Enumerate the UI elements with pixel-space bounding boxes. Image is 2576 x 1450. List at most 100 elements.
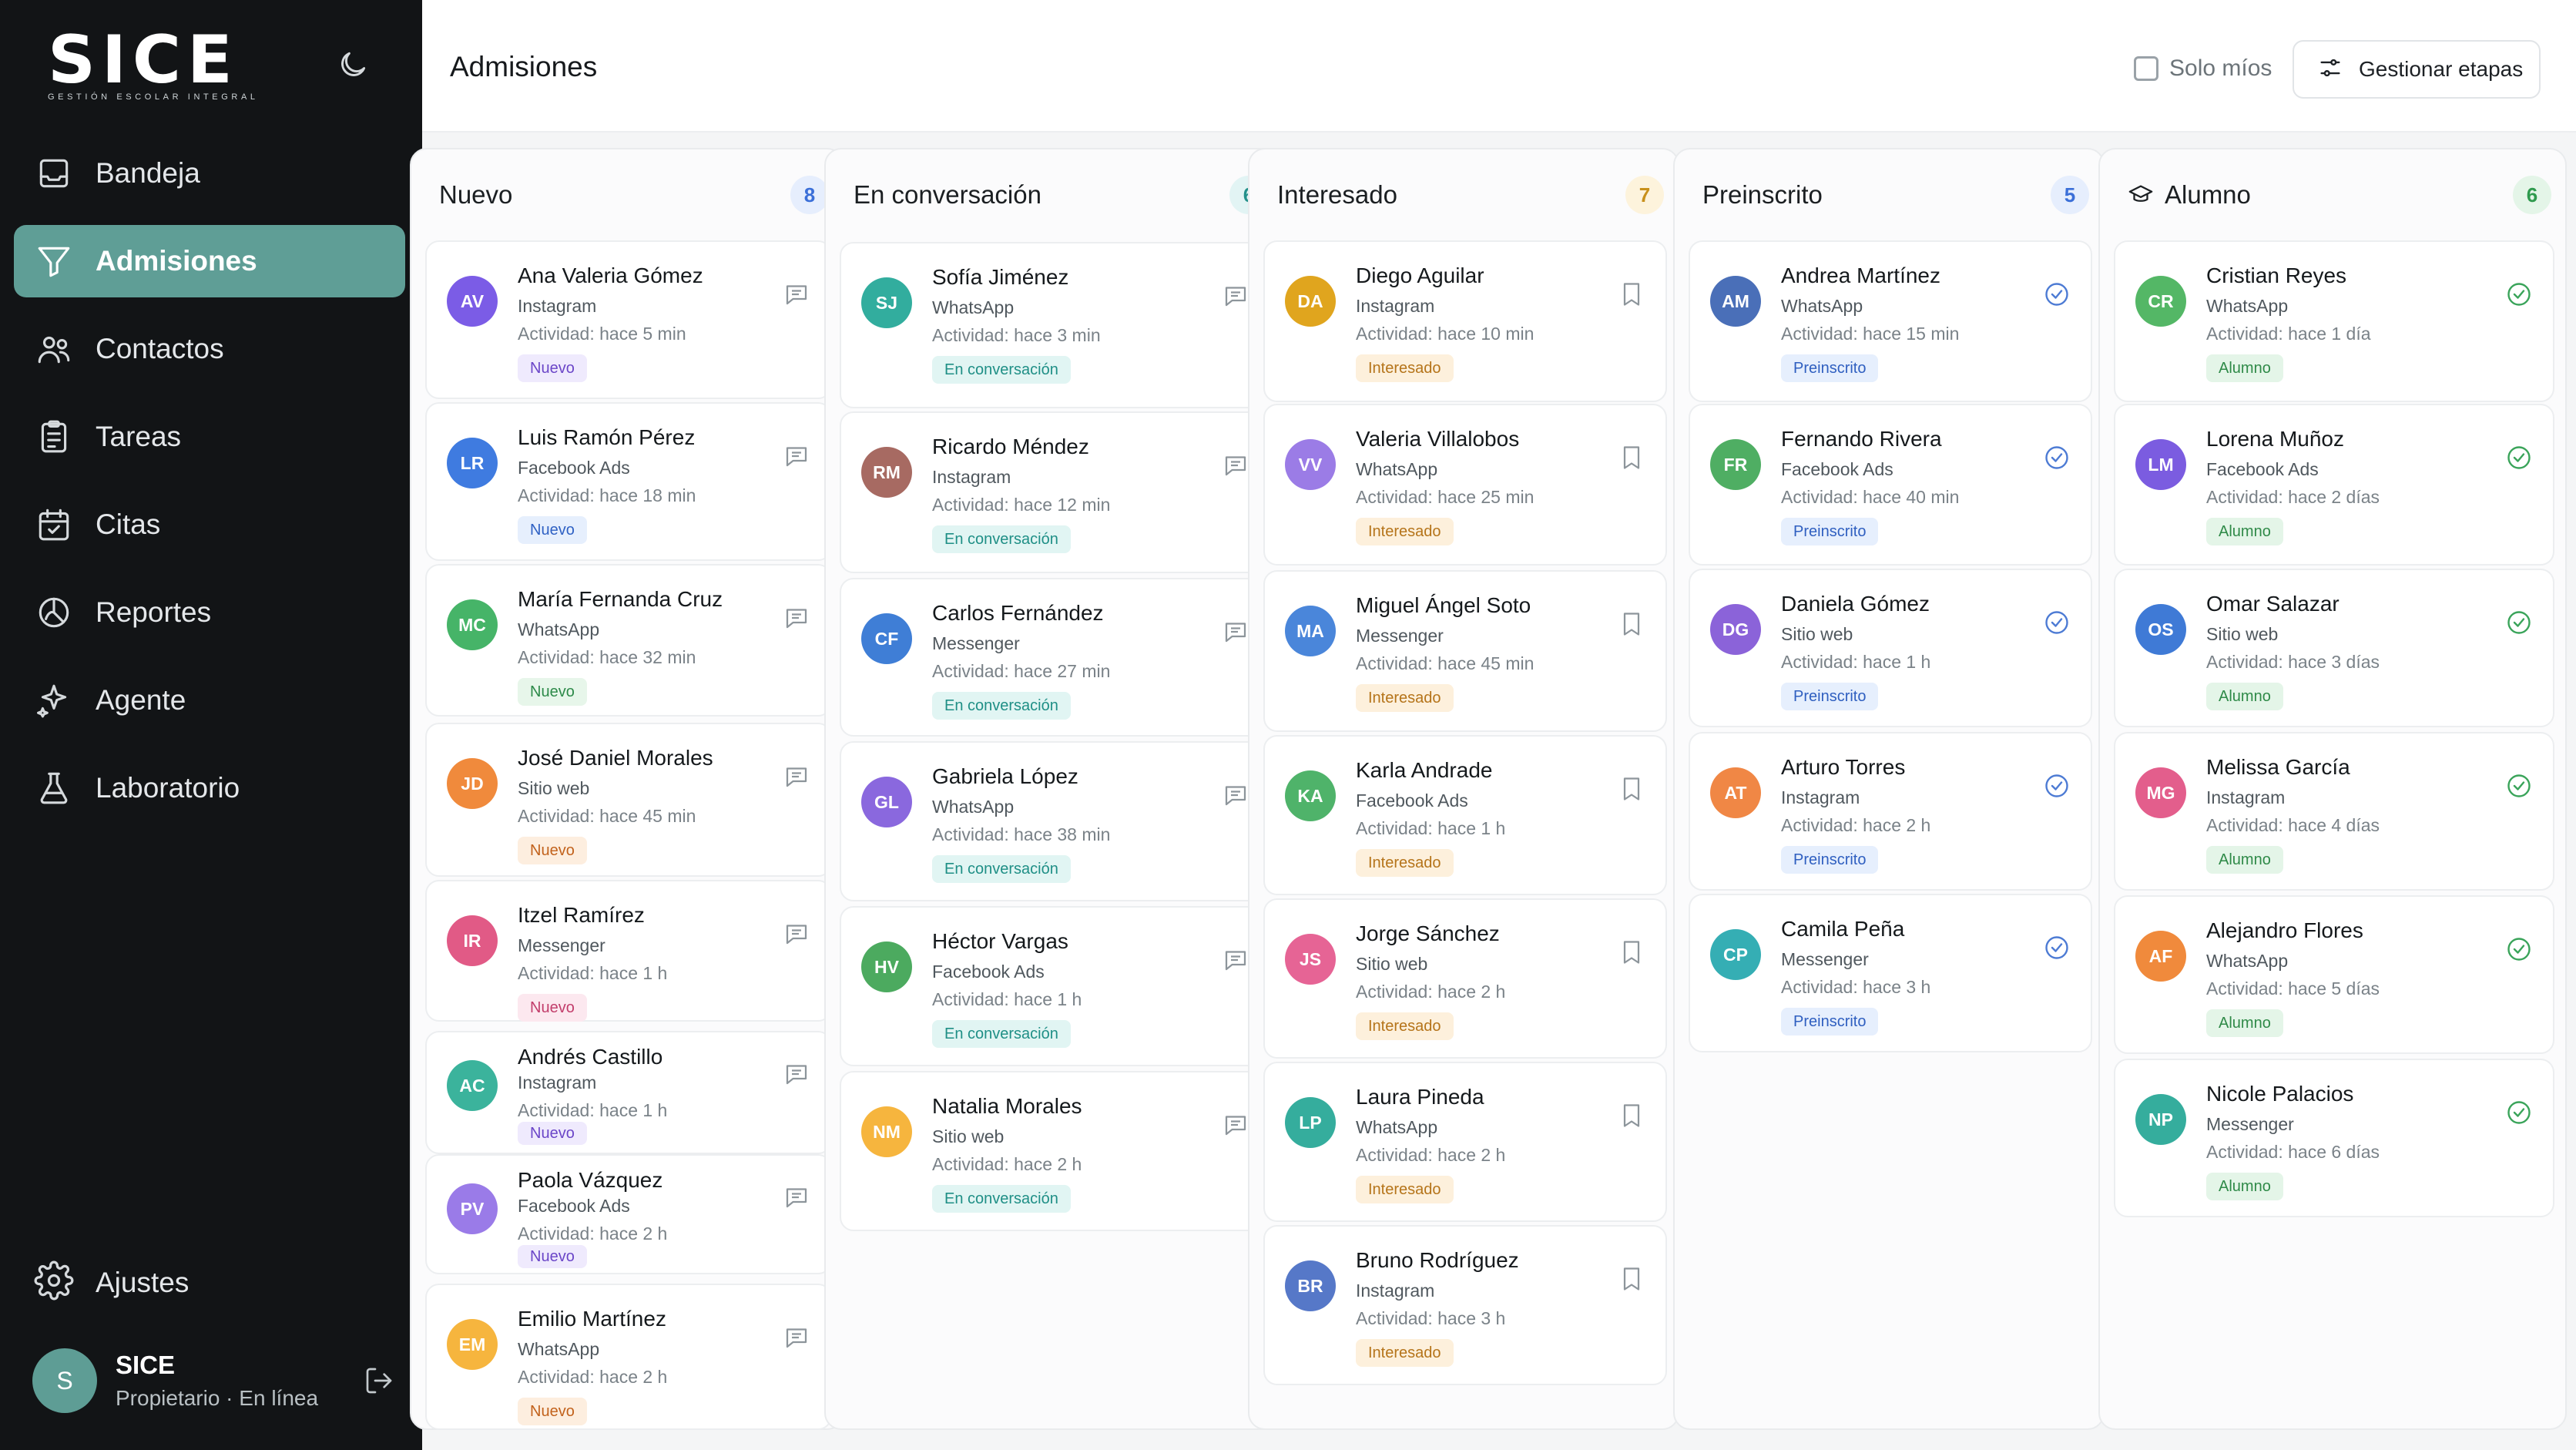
lead-name[interactable]: Gabriela López	[932, 764, 1078, 789]
lead-name[interactable]: Carlos Fernández	[932, 601, 1104, 626]
lead-card[interactable]: CF Carlos Fernández Messenger Actividad: ha…	[840, 578, 1271, 737]
lead-name[interactable]: Lorena Muñoz	[2206, 427, 2344, 451]
check-circle-icon[interactable]	[2505, 609, 2533, 636]
lead-card[interactable]: FR Fernando Rivera Facebook Ads Actividad: …	[1689, 404, 2092, 566]
lead-card[interactable]: SJ Sofía Jiménez WhatsApp Actividad: hace 3…	[840, 242, 1271, 408]
message-icon[interactable]	[783, 1060, 810, 1088]
bookmark-icon[interactable]	[1618, 938, 1645, 966]
check-circle-icon[interactable]	[2043, 934, 2071, 962]
lead-name[interactable]: Andrea Martínez	[1781, 263, 1940, 288]
avatar[interactable]: S	[32, 1348, 97, 1413]
lead-name[interactable]: Natalia Morales	[932, 1094, 1082, 1119]
lead-card[interactable]: OS Omar Salazar Sitio web Actividad: hace 3…	[2114, 569, 2554, 727]
lead-card[interactable]: RM Ricardo Méndez Instagram Actividad: hace…	[840, 411, 1271, 573]
lead-card[interactable]: MG Melissa García Instagram Actividad: hace…	[2114, 732, 2554, 891]
lead-card[interactable]: AT Arturo Torres Instagram Actividad: hace …	[1689, 732, 2092, 891]
lead-name[interactable]: Arturo Torres	[1781, 755, 1905, 780]
lead-name[interactable]: Jorge Sánchez	[1356, 921, 1500, 946]
lead-name[interactable]: María Fernanda Cruz	[518, 587, 723, 612]
check-circle-icon[interactable]	[2043, 444, 2071, 472]
message-icon[interactable]	[783, 1183, 810, 1211]
sidebar-item-tareas[interactable]: Tareas	[14, 401, 405, 473]
lead-card[interactable]: JD José Daniel Morales Sitio web Actividad:…	[425, 723, 832, 877]
lead-card[interactable]: AV Ana Valeria Gómez Instagram Actividad: h…	[425, 240, 832, 399]
sidebar-item-contactos[interactable]: Contactos	[14, 313, 405, 385]
lead-card[interactable]: MA Miguel Ángel Soto Messenger Actividad: h…	[1263, 570, 1667, 732]
lead-name[interactable]: Emilio Martínez	[518, 1307, 666, 1331]
lead-name[interactable]: Ana Valeria Gómez	[518, 263, 703, 288]
sidebar-item-citas[interactable]: Citas	[14, 488, 405, 561]
check-circle-icon[interactable]	[2505, 1099, 2533, 1126]
app-logo[interactable]: SICE GESTIÓN ESCOLAR INTEGRAL	[48, 27, 263, 102]
lead-name[interactable]: Sofía Jiménez	[932, 265, 1068, 290]
sidebar-item-agente[interactable]: Agente	[14, 664, 405, 737]
lead-card[interactable]: CR Cristian Reyes WhatsApp Actividad: hace …	[2114, 240, 2554, 402]
check-circle-icon[interactable]	[2505, 444, 2533, 472]
message-icon[interactable]	[783, 1324, 810, 1351]
message-icon[interactable]	[1222, 618, 1249, 646]
lead-card[interactable]: AF Alejandro Flores WhatsApp Actividad: hac…	[2114, 895, 2554, 1054]
lead-card[interactable]: PV Paola Vázquez Facebook Ads Actividad: ha…	[425, 1154, 832, 1274]
lead-name[interactable]: Bruno Rodríguez	[1356, 1248, 1519, 1273]
lead-name[interactable]: José Daniel Morales	[518, 746, 713, 770]
lead-name[interactable]: Alejandro Flores	[2206, 918, 2363, 943]
message-icon[interactable]	[783, 442, 810, 470]
check-circle-icon[interactable]	[2043, 772, 2071, 800]
lead-name[interactable]: Nicole Palacios	[2206, 1082, 2353, 1106]
lead-card[interactable]: JS Jorge Sánchez Sitio web Actividad: hace …	[1263, 898, 1667, 1059]
bookmark-icon[interactable]	[1618, 1102, 1645, 1129]
sidebar-item-reportes[interactable]: Reportes	[14, 576, 405, 649]
message-icon[interactable]	[1222, 451, 1249, 479]
lead-name[interactable]: Karla Andrade	[1356, 758, 1492, 783]
lead-card[interactable]: EM Emilio Martínez WhatsApp Actividad: hace…	[425, 1284, 832, 1430]
lead-name[interactable]: Miguel Ángel Soto	[1356, 593, 1531, 618]
message-icon[interactable]	[783, 604, 810, 632]
message-icon[interactable]	[1222, 781, 1249, 809]
solo-mios-checkbox[interactable]	[2134, 56, 2158, 81]
message-icon[interactable]	[783, 920, 810, 948]
sidebar-item-bandeja[interactable]: Bandeja	[14, 137, 405, 210]
sidebar-item-laboratorio[interactable]: Laboratorio	[14, 752, 405, 824]
sidebar-item-ajustes[interactable]: Ajustes	[34, 1260, 189, 1304]
lead-card[interactable]: LP Laura Pineda WhatsApp Actividad: hace 2 …	[1263, 1062, 1667, 1222]
lead-card[interactable]: LM Lorena Muñoz Facebook Ads Actividad: hac…	[2114, 404, 2554, 566]
lead-name[interactable]: Cristian Reyes	[2206, 263, 2346, 288]
sidebar-item-admisiones[interactable]: Admisiones	[14, 225, 405, 297]
solo-mios-toggle[interactable]: Solo míos	[2134, 55, 2272, 82]
lead-card[interactable]: KA Karla Andrade Facebook Ads Actividad: ha…	[1263, 735, 1667, 895]
check-circle-icon[interactable]	[2043, 609, 2071, 636]
lead-card[interactable]: AC Andrés Castillo Instagram Actividad: hac…	[425, 1031, 832, 1154]
check-circle-icon[interactable]	[2505, 772, 2533, 800]
lead-name[interactable]: Andrés Castillo	[518, 1045, 662, 1069]
lead-card[interactable]: IR Itzel Ramírez Messenger Actividad: hace …	[425, 880, 832, 1022]
lead-name[interactable]: Itzel Ramírez	[518, 903, 645, 928]
bookmark-icon[interactable]	[1618, 610, 1645, 638]
bookmark-icon[interactable]	[1618, 775, 1645, 803]
lead-name[interactable]: Valeria Villalobos	[1356, 427, 1519, 451]
moon-icon[interactable]	[336, 48, 370, 82]
lead-card[interactable]: NM Natalia Morales Sitio web Actividad: hac…	[840, 1071, 1271, 1231]
lead-card[interactable]: DA Diego Aguilar Instagram Actividad: hace …	[1263, 240, 1667, 402]
message-icon[interactable]	[783, 280, 810, 308]
lead-name[interactable]: Daniela Gómez	[1781, 592, 1930, 616]
lead-name[interactable]: Diego Aguilar	[1356, 263, 1484, 288]
lead-card[interactable]: BR Bruno Rodríguez Instagram Actividad: hac…	[1263, 1225, 1667, 1385]
check-circle-icon[interactable]	[2505, 935, 2533, 963]
message-icon[interactable]	[1222, 946, 1249, 974]
lead-name[interactable]: Laura Pineda	[1356, 1085, 1484, 1109]
manage-stages-button[interactable]: Gestionar etapas	[2293, 40, 2541, 99]
message-icon[interactable]	[1222, 282, 1249, 310]
lead-card[interactable]: LR Luis Ramón Pérez Facebook Ads Actividad:…	[425, 402, 832, 561]
lead-card[interactable]: GL Gabriela López WhatsApp Actividad: hace …	[840, 741, 1271, 901]
lead-card[interactable]: CP Camila Peña Messenger Actividad: hace 3 …	[1689, 894, 2092, 1052]
bookmark-icon[interactable]	[1618, 280, 1645, 308]
logout-icon[interactable]	[364, 1365, 394, 1396]
lead-name[interactable]: Fernando Rivera	[1781, 427, 1942, 451]
lead-card[interactable]: AM Andrea Martínez WhatsApp Actividad: hace…	[1689, 240, 2092, 402]
lead-card[interactable]: NP Nicole Palacios Messenger Actividad: hac…	[2114, 1059, 2554, 1217]
check-circle-icon[interactable]	[2043, 280, 2071, 308]
lead-name[interactable]: Ricardo Méndez	[932, 435, 1089, 459]
lead-name[interactable]: Camila Peña	[1781, 917, 1904, 941]
bookmark-icon[interactable]	[1618, 444, 1645, 472]
check-circle-icon[interactable]	[2505, 280, 2533, 308]
